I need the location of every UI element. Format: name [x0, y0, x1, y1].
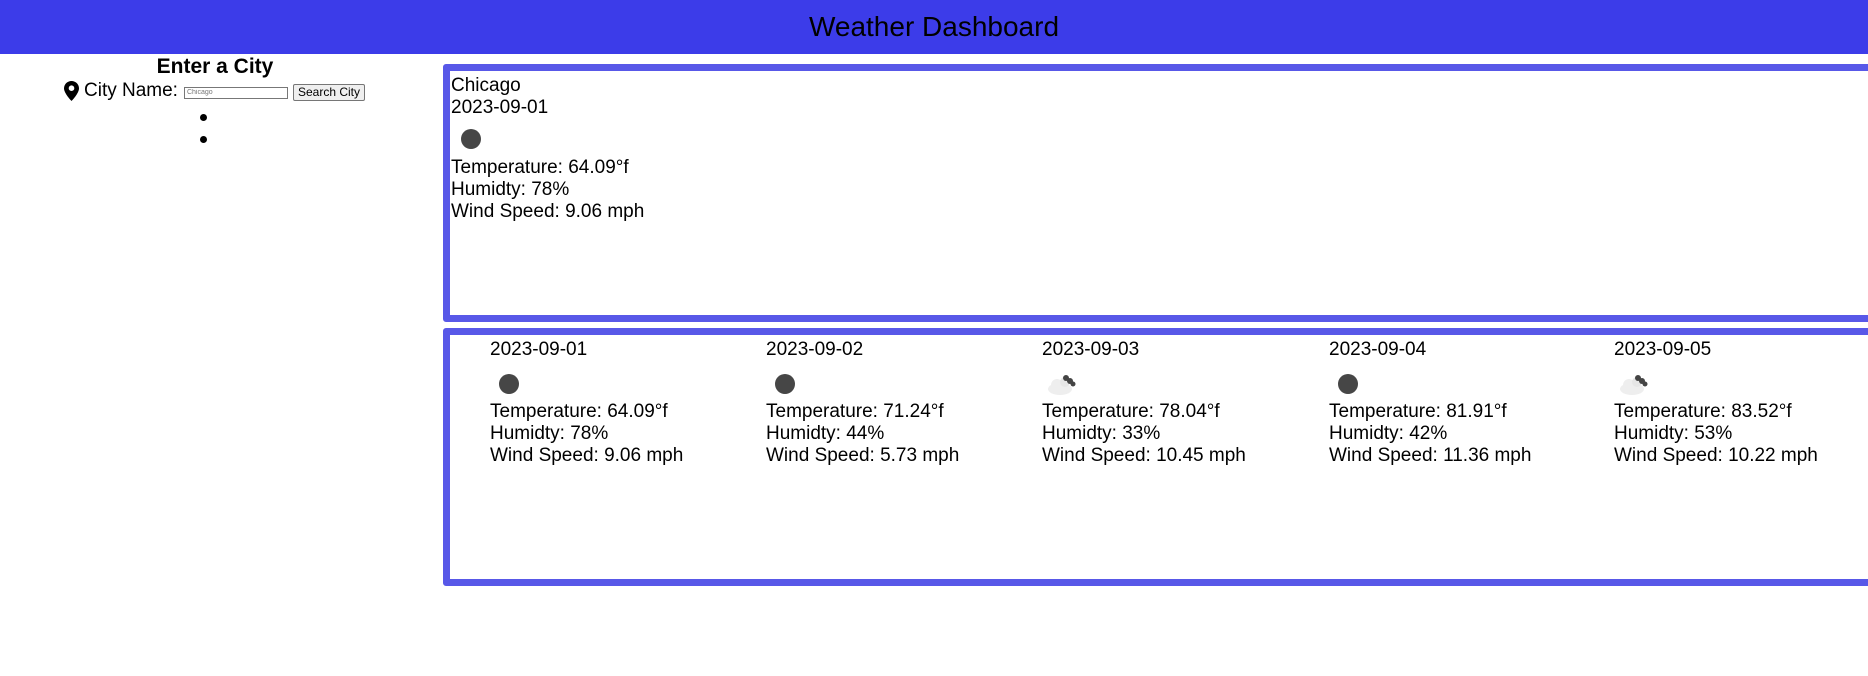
- current-temperature: Temperature: 64.09°f: [451, 157, 629, 178]
- current-weather-panel: Chicago 2023-09-01 Temperature: 64.09°f …: [443, 64, 1868, 322]
- current-humidity: Humidty: 78%: [451, 179, 570, 200]
- clear-night-icon: [770, 369, 800, 399]
- page-title: Weather Dashboard: [808, 11, 1060, 42]
- forecast-humidity: Humidty: 33%: [1042, 423, 1161, 444]
- clear-night-icon: [1333, 369, 1363, 399]
- forecast-wind-speed: Wind Speed: 11.36 mph: [1329, 445, 1532, 466]
- clear-night-icon: [458, 125, 488, 155]
- forecast-humidity: Humidty: 53%: [1614, 423, 1733, 444]
- forecast-humidity: Humidty: 42%: [1329, 423, 1448, 444]
- forecast-card: 2023-09-05 Temperature: 83.52°f Humidty:…: [1614, 335, 1868, 495]
- five-day-forecast-panel: 2023-09-01 Temperature: 64.09°f Humidty:…: [443, 328, 1868, 586]
- clear-night-icon: [494, 369, 524, 399]
- forecast-date: 2023-09-02: [766, 339, 864, 360]
- forecast-temperature: Temperature: 71.24°f: [766, 401, 944, 422]
- forecast-card: 2023-09-04 Temperature: 81.91°f Humidty:…: [1329, 335, 1589, 495]
- forecast-card: 2023-09-03 Temperature: 78.04°f Humidty:…: [1042, 335, 1302, 495]
- forecast-date: 2023-09-03: [1042, 339, 1140, 360]
- forecast-wind-speed: Wind Speed: 10.22 mph: [1614, 445, 1818, 466]
- search-city-button[interactable]: Search City: [292, 84, 365, 101]
- forecast-humidity: Humidty: 44%: [766, 423, 885, 444]
- header-bar: Weather Dashboard: [0, 0, 1868, 54]
- forecast-card: 2023-09-01 Temperature: 64.09°f Humidty:…: [490, 335, 750, 495]
- few-clouds-icon: [1618, 369, 1648, 399]
- forecast-temperature: Temperature: 81.91°f: [1329, 401, 1507, 422]
- forecast-humidity: Humidty: 78%: [490, 423, 609, 444]
- current-city-name: Chicago: [451, 75, 521, 96]
- current-date: 2023-09-01: [451, 97, 549, 118]
- current-wind-speed: Wind Speed: 9.06 mph: [451, 201, 645, 222]
- forecast-date: 2023-09-01: [490, 339, 588, 360]
- forecast-wind-speed: Wind Speed: 10.45 mph: [1042, 445, 1246, 466]
- forecast-temperature: Temperature: 64.09°f: [490, 401, 668, 422]
- forecast-wind-speed: Wind Speed: 9.06 mph: [490, 445, 684, 466]
- forecast-card: 2023-09-02 Temperature: 71.24°f Humidty:…: [766, 335, 1026, 495]
- forecast-temperature: Temperature: 83.52°f: [1614, 401, 1792, 422]
- few-clouds-icon: [1046, 369, 1076, 399]
- forecast-temperature: Temperature: 78.04°f: [1042, 401, 1220, 422]
- city-name-label: City Name:: [84, 80, 178, 101]
- forecast-date: 2023-09-05: [1614, 339, 1712, 360]
- city-search-sidebar: Enter a City City Name: Search City: [0, 54, 430, 254]
- forecast-wind-speed: Wind Speed: 5.73 mph: [766, 445, 960, 466]
- sidebar-heading: Enter a City: [156, 55, 274, 78]
- map-pin-icon: [64, 81, 79, 101]
- city-input[interactable]: [183, 86, 288, 99]
- search-row: City Name: Search City: [64, 80, 365, 102]
- forecast-date: 2023-09-04: [1329, 339, 1427, 360]
